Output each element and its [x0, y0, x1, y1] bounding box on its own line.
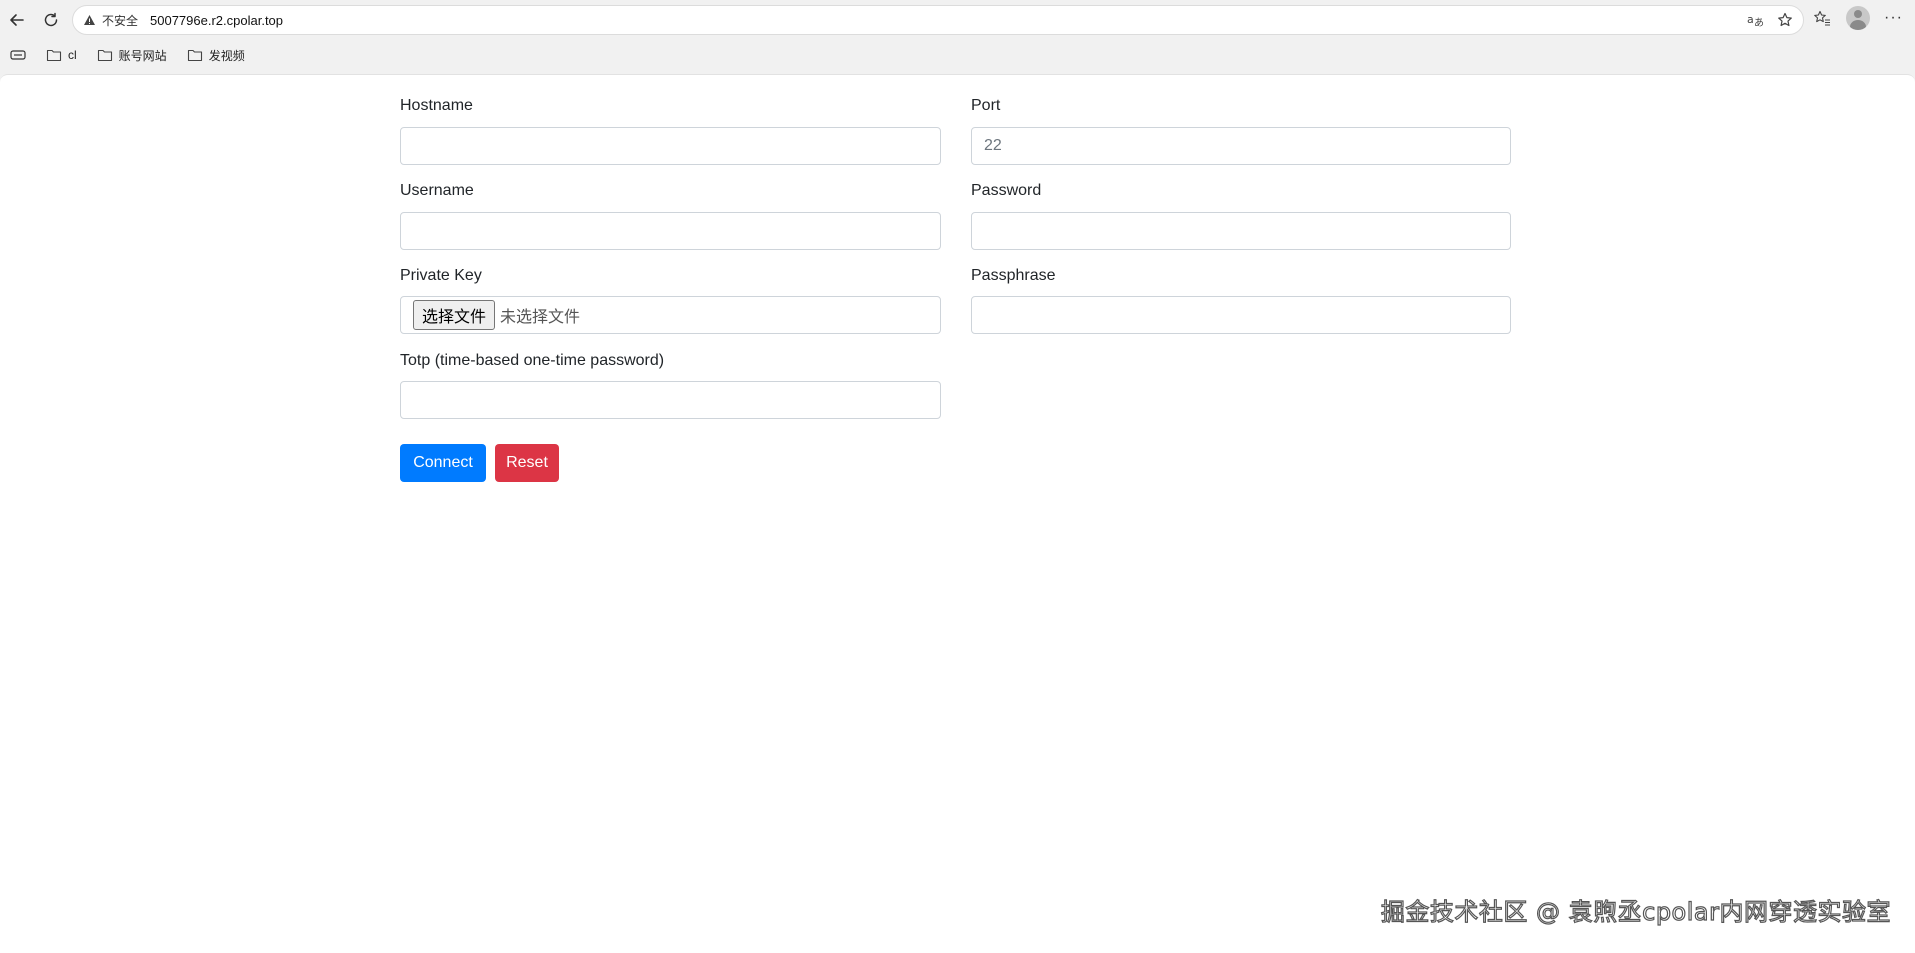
folder-icon: [187, 48, 203, 62]
back-arrow-icon[interactable]: [2, 5, 32, 35]
star-icon[interactable]: [1775, 10, 1795, 30]
passphrase-label: Passphrase: [971, 267, 1056, 284]
password-label: Password: [971, 182, 1042, 199]
page-content: Hostname Port 22 Username Password Priva…: [0, 74, 1915, 953]
bookmark-folder-videos[interactable]: 发视频: [187, 47, 245, 64]
bookmark-label: 发视频: [208, 48, 245, 63]
browser-toolbar: 不安全 5007796e.r2.cpolar.top aあ ···: [0, 0, 1915, 40]
url-text[interactable]: 5007796e.r2.cpolar.top: [150, 13, 283, 28]
reset-button[interactable]: Reset: [495, 444, 559, 482]
port-input[interactable]: 22: [971, 127, 1511, 165]
address-bar[interactable]: 不安全 5007796e.r2.cpolar.top aあ: [72, 5, 1804, 35]
refresh-icon[interactable]: [36, 5, 66, 35]
password-input[interactable]: [971, 212, 1511, 250]
translate-icon[interactable]: aあ: [1745, 10, 1765, 30]
watermark-text: 掘金技术社区 @ 袁煦丞cpolar内网穿透实验室: [1380, 897, 1891, 926]
folder-icon: [46, 48, 62, 62]
favorites-icon[interactable]: [1812, 8, 1832, 28]
bookmark-folder-accounts[interactable]: 账号网站: [97, 47, 167, 64]
apps-icon[interactable]: [8, 45, 28, 65]
private-key-file-input[interactable]: 选择文件 未选择文件: [400, 296, 941, 334]
hostname-label: Hostname: [400, 97, 473, 114]
bookmark-label: cl: [68, 48, 77, 62]
svg-text:a: a: [1747, 13, 1754, 26]
security-label[interactable]: 不安全: [102, 12, 138, 29]
warning-triangle-icon[interactable]: [83, 14, 96, 26]
bookmark-folder-cl[interactable]: cl: [46, 48, 77, 62]
username-input[interactable]: [400, 212, 941, 250]
totp-label: Totp (time-based one-time password): [400, 352, 665, 369]
hostname-input[interactable]: [400, 127, 941, 165]
connect-button[interactable]: Connect: [400, 444, 486, 482]
username-label: Username: [400, 182, 474, 199]
totp-input[interactable]: [400, 381, 941, 419]
bookmark-label: 账号网站: [118, 48, 167, 63]
profile-avatar-icon[interactable]: [1846, 6, 1871, 30]
bookmarks-bar: cl 账号网站 发视频: [0, 40, 1915, 70]
more-menu-icon[interactable]: ···: [1884, 9, 1903, 27]
passphrase-input[interactable]: [971, 296, 1511, 334]
choose-file-button[interactable]: 选择文件: [413, 300, 496, 330]
svg-text:あ: あ: [1754, 17, 1764, 28]
folder-icon: [97, 48, 113, 62]
private-key-label: Private Key: [400, 267, 482, 284]
file-status: 未选择文件: [500, 309, 581, 326]
port-label: Port: [971, 97, 1001, 114]
